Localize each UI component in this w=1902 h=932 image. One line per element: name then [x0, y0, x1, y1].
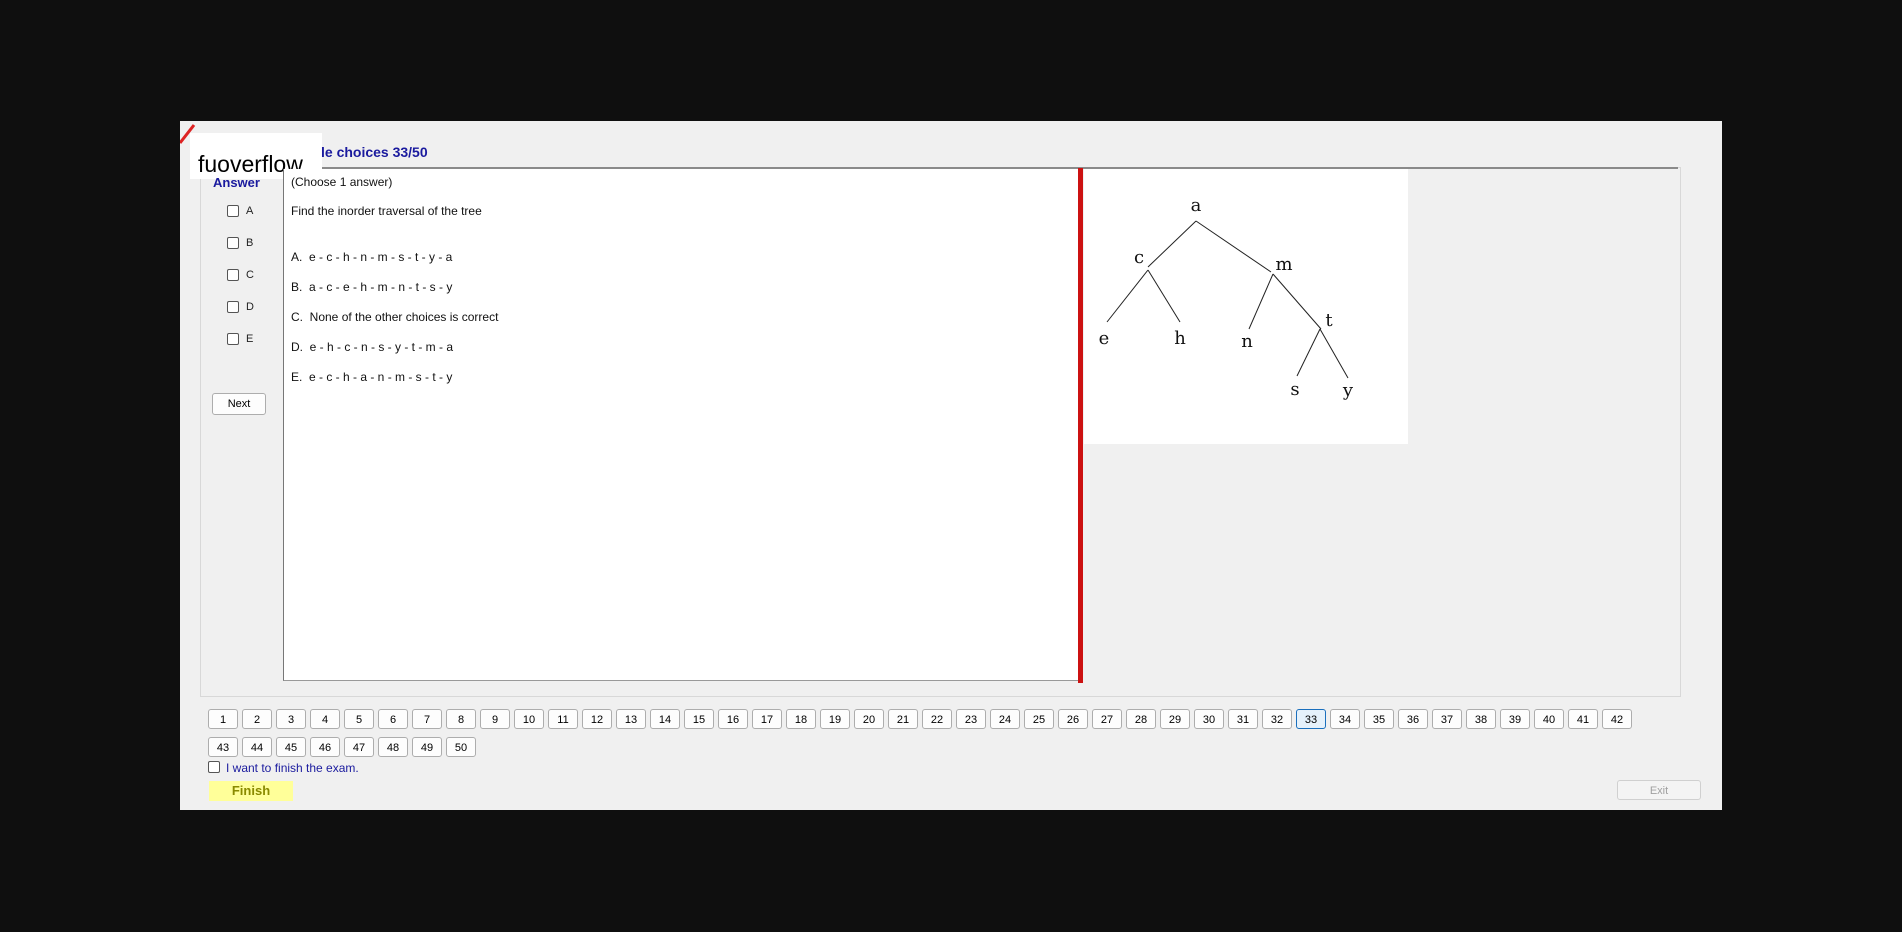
question-nav-button[interactable]: 35: [1364, 709, 1394, 729]
question-nav-button[interactable]: 10: [514, 709, 544, 729]
option-label: B: [246, 237, 254, 249]
answer-heading: Answer: [213, 175, 260, 190]
question-nav-button[interactable]: 42: [1602, 709, 1632, 729]
question-nav-button[interactable]: 20: [854, 709, 884, 729]
question-nav-button[interactable]: 24: [990, 709, 1020, 729]
question-nav-button[interactable]: 43: [208, 737, 238, 757]
option-label: D: [246, 301, 254, 313]
question-nav-button[interactable]: 45: [276, 737, 306, 757]
question-nav-button[interactable]: 50: [446, 737, 476, 757]
finish-button[interactable]: Finish: [209, 781, 293, 801]
question-nav-button[interactable]: 13: [616, 709, 646, 729]
question-nav-button[interactable]: 33: [1296, 709, 1326, 729]
question-nav-button[interactable]: 26: [1058, 709, 1088, 729]
tree-node-c: c: [1134, 247, 1144, 268]
question-text-box: (Choose 1 answer) Find the inorder trave…: [283, 169, 1081, 681]
checkbox-b[interactable]: [227, 237, 239, 249]
question-nav-button[interactable]: 27: [1092, 709, 1122, 729]
question-nav-button[interactable]: 18: [786, 709, 816, 729]
question-nav-button[interactable]: 47: [344, 737, 374, 757]
question-nav-button[interactable]: 21: [888, 709, 918, 729]
question-nav-button[interactable]: 25: [1024, 709, 1054, 729]
question-nav-button[interactable]: 37: [1432, 709, 1462, 729]
question-instruction: (Choose 1 answer): [291, 175, 393, 189]
question-nav-button[interactable]: 11: [548, 709, 578, 729]
question-nav-button[interactable]: 4: [310, 709, 340, 729]
tree-node-y: y: [1342, 380, 1354, 401]
question-nav-button[interactable]: 12: [582, 709, 612, 729]
checkbox-a[interactable]: [227, 205, 239, 217]
question-nav-button[interactable]: 19: [820, 709, 850, 729]
tree-node-h: h: [1174, 328, 1186, 349]
finish-checkbox[interactable]: [208, 761, 220, 773]
exit-button[interactable]: Exit: [1617, 780, 1701, 800]
checkbox-e[interactable]: [227, 333, 239, 345]
option-label: E: [246, 333, 254, 345]
choice-c: C. None of the other choices is correct: [291, 310, 499, 324]
question-nav-button[interactable]: 3: [276, 709, 306, 729]
finish-checkbox-label: I want to finish the exam.: [226, 761, 359, 775]
question-nav-button[interactable]: 5: [344, 709, 374, 729]
choice-b: B. a - c - e - h - m - n - t - s - y: [291, 280, 453, 294]
question-nav-button[interactable]: 41: [1568, 709, 1598, 729]
question-nav-button[interactable]: 14: [650, 709, 680, 729]
question-nav-button[interactable]: 36: [1398, 709, 1428, 729]
question-nav-button[interactable]: 39: [1500, 709, 1530, 729]
question-nav-button[interactable]: 17: [752, 709, 782, 729]
question-nav-button[interactable]: 22: [922, 709, 952, 729]
question-nav-button[interactable]: 48: [378, 737, 408, 757]
checkbox-d[interactable]: [227, 301, 239, 313]
exam-title: le choices 33/50: [321, 144, 428, 160]
question-nav-button[interactable]: 6: [378, 709, 408, 729]
question-nav-button[interactable]: 49: [412, 737, 442, 757]
question-nav-button[interactable]: 46: [310, 737, 340, 757]
question-nav-button[interactable]: 28: [1126, 709, 1156, 729]
question-nav-button[interactable]: 15: [684, 709, 714, 729]
tree-node-t: t: [1325, 310, 1333, 331]
tree-node-e: e: [1099, 328, 1110, 349]
tree-node-n: n: [1241, 331, 1253, 352]
panel-divider: [1078, 168, 1083, 683]
exam-window: fuoverflow le choices 33/50 Answer A B C…: [180, 121, 1722, 810]
tree-node-a: a: [1191, 195, 1202, 216]
question-nav-button[interactable]: 23: [956, 709, 986, 729]
question-nav-button[interactable]: 30: [1194, 709, 1224, 729]
question-nav-button[interactable]: 8: [446, 709, 476, 729]
question-nav-button[interactable]: 16: [718, 709, 748, 729]
choice-e: E. e - c - h - a - n - m - s - t - y: [291, 370, 453, 384]
question-nav-button[interactable]: 44: [242, 737, 272, 757]
checkbox-c[interactable]: [227, 269, 239, 281]
tree-node-m: m: [1275, 254, 1292, 275]
question-nav-button[interactable]: 9: [480, 709, 510, 729]
question-text: Find the inorder traversal of the tree: [291, 204, 482, 218]
option-label: C: [246, 269, 254, 281]
question-nav-button[interactable]: 31: [1228, 709, 1258, 729]
question-nav-button[interactable]: 32: [1262, 709, 1292, 729]
question-nav-button[interactable]: 1: [208, 709, 238, 729]
tree-diagram: a c m e h n t s y: [1099, 195, 1354, 401]
choice-a: A. e - c - h - n - m - s - t - y - a: [291, 250, 453, 264]
question-nav-button[interactable]: 2: [242, 709, 272, 729]
choice-d: D. e - h - c - n - s - y - t - m - a: [291, 340, 454, 354]
tree-edges: [1106, 220, 1349, 379]
option-label: A: [246, 205, 254, 217]
tree-node-s: s: [1290, 379, 1299, 400]
question-nav-button[interactable]: 38: [1466, 709, 1496, 729]
tree-image: a c m e h n t s y: [1084, 169, 1408, 444]
question-nav-button[interactable]: 7: [412, 709, 442, 729]
question-nav-button[interactable]: 29: [1160, 709, 1190, 729]
question-nav-button[interactable]: 34: [1330, 709, 1360, 729]
question-nav-button[interactable]: 40: [1534, 709, 1564, 729]
next-button[interactable]: Next: [212, 393, 266, 415]
